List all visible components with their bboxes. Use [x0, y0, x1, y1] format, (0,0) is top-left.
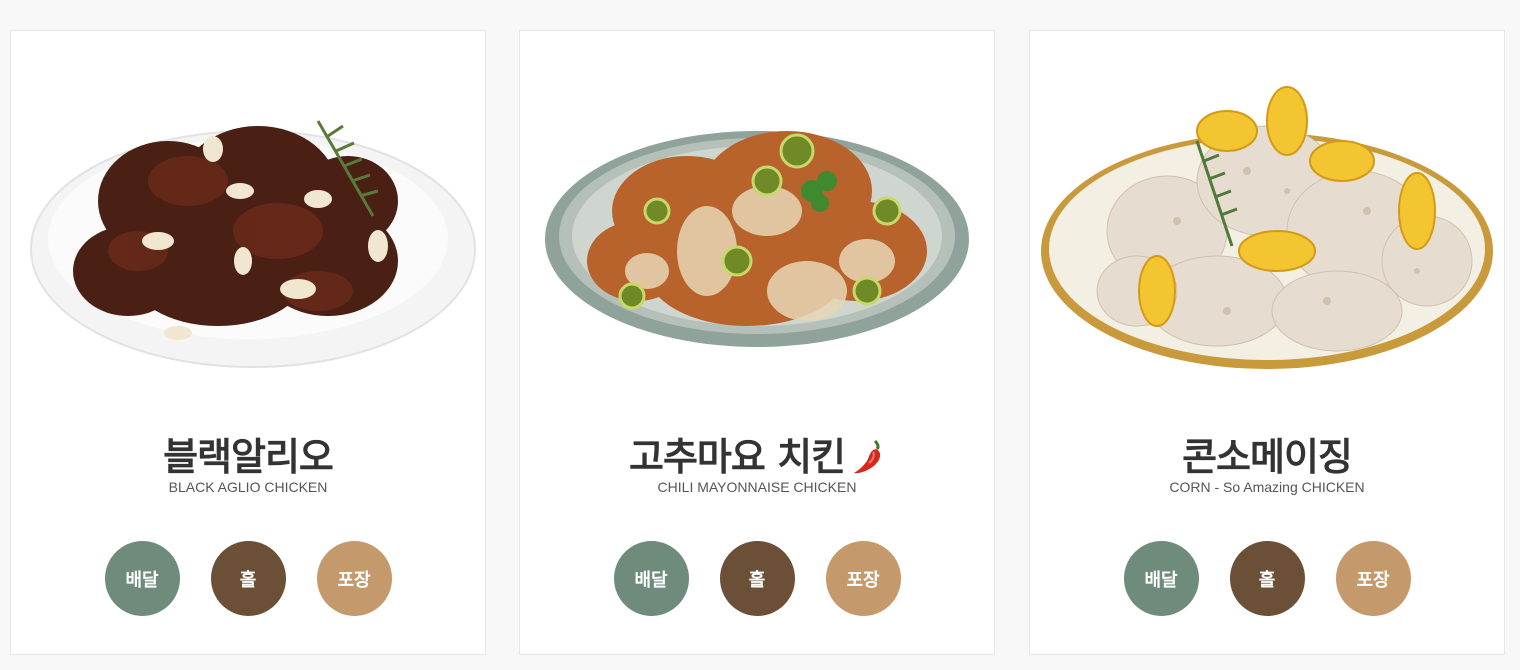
delivery-button[interactable]: 배달: [1123, 541, 1199, 616]
menu-title: 고추마요 치킨: [520, 426, 994, 481]
menu-subtitle: CORN - So Amazing CHICKEN: [1169, 479, 1365, 495]
chicken-photo[interactable]: [1030, 31, 1504, 411]
takeout-button[interactable]: 포장: [1335, 541, 1411, 616]
delivery-button[interactable]: 배달: [613, 541, 689, 616]
order-buttons: 배달 홀 포장: [11, 541, 485, 616]
menu-title: 콘소메이징: [1182, 435, 1353, 479]
order-buttons: 배달 홀 포장: [1030, 541, 1504, 616]
menu-title: 블랙알리오: [163, 435, 334, 479]
menu-subtitle: BLACK AGLIO CHICKEN: [168, 479, 328, 495]
chili-pepper-icon: [854, 439, 881, 474]
menu-card-black-aglio[interactable]: 블랙알리오 BLACK AGLIO CHICKEN 배달 홀 포장: [10, 30, 486, 655]
menu-card-consomazing[interactable]: 콘소메이징 CORN - So Amazing CHICKEN 배달 홀 포장: [1029, 30, 1505, 655]
menu-card-chili-mayo[interactable]: 고추마요 치킨 CHILI MAYONNAISE CHICKEN 배달 홀 포장: [519, 30, 995, 655]
hall-button[interactable]: 홀: [1229, 541, 1305, 616]
takeout-button[interactable]: 포장: [825, 541, 901, 616]
delivery-button[interactable]: 배달: [104, 541, 180, 616]
hall-button[interactable]: 홀: [210, 541, 286, 616]
order-buttons: 배달 홀 포장: [520, 541, 994, 616]
chicken-photo[interactable]: [11, 31, 485, 411]
hall-button[interactable]: 홀: [719, 541, 795, 616]
chicken-photo[interactable]: [520, 31, 994, 411]
takeout-button[interactable]: 포장: [316, 541, 392, 616]
menu-subtitle: CHILI MAYONNAISE CHICKEN: [657, 479, 857, 495]
menu-grid: 블랙알리오 BLACK AGLIO CHICKEN 배달 홀 포장 고추마요 치…: [0, 0, 1520, 670]
